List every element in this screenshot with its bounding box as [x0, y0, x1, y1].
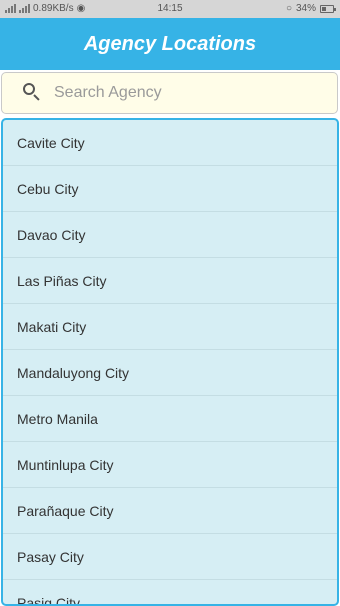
list-item[interactable]: Mandaluyong City	[3, 350, 337, 396]
alarm-icon: ○	[285, 3, 292, 14]
search-input[interactable]	[54, 75, 337, 111]
list-item[interactable]: Cebu City	[3, 166, 337, 212]
list-item[interactable]: Pasig City	[3, 580, 337, 605]
list-item[interactable]: Makati City	[3, 304, 337, 350]
battery-icon	[320, 4, 336, 13]
agency-location-list[interactable]: Cavite City Cebu City Davao City Las Piñas …	[1, 118, 339, 606]
list-item[interactable]: Muntinlupa City	[3, 442, 337, 488]
list-item[interactable]: Cavite City	[3, 120, 337, 166]
app-bar: Agency Locations	[0, 18, 340, 70]
list-item[interactable]: Pasay City	[3, 534, 337, 580]
status-bar: 0.89KB/s ◉ 14:15 ○ 34%	[0, 0, 340, 18]
search-box[interactable]	[1, 72, 338, 114]
search-icon	[22, 82, 44, 104]
list-item[interactable]: Metro Manila	[3, 396, 337, 442]
page-title: Agency Locations	[83, 32, 257, 55]
status-right: ○ 34%	[285, 3, 336, 14]
list-item[interactable]: Parañaque City	[3, 488, 337, 534]
list-item[interactable]: Davao City	[3, 212, 337, 258]
list-item[interactable]: Las Piñas City	[3, 258, 337, 304]
battery-percent: 34%	[295, 3, 316, 14]
